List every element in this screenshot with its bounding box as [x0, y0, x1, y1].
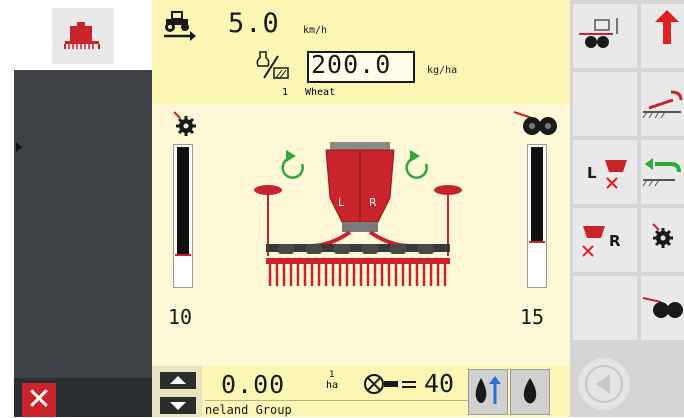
section-right-button[interactable]: R: [573, 208, 637, 272]
left-gauge-marker: [175, 254, 191, 256]
section-right-label: R: [609, 232, 621, 250]
hopper-left-label: L: [338, 196, 345, 209]
product-name: Wheat: [305, 87, 336, 98]
rotate-icon: [281, 150, 304, 179]
left-gauge-value: 10: [168, 305, 193, 329]
lift-icon: [579, 18, 618, 48]
hydraulic-icon: [652, 223, 673, 248]
close-button[interactable]: ✕: [22, 383, 56, 417]
company-text: neland Group: [205, 403, 292, 417]
drop-button[interactable]: [510, 369, 550, 415]
seed-flow-icon: [475, 376, 501, 404]
section-left-label: L: [587, 164, 597, 182]
markers-icon: [642, 158, 681, 187]
rate-unit: kg/ha: [427, 65, 458, 76]
implement-icon: [64, 22, 100, 49]
empty-tile-1: [573, 72, 637, 136]
hopper-right-label: R: [369, 196, 377, 209]
application-rate-icon: [256, 51, 289, 79]
section-left-button[interactable]: L: [573, 140, 637, 204]
close-icon: ✕: [26, 382, 52, 417]
drop-icon: [523, 378, 537, 404]
scroll-down-button[interactable]: [160, 397, 196, 414]
area-counter-icon: [364, 374, 416, 394]
tractor-icon: [164, 11, 196, 41]
area-unit-top: 1: [329, 370, 335, 380]
speed-value: 5.0: [228, 8, 280, 39]
left-gauge-fill: [177, 147, 189, 255]
back-button[interactable]: [578, 358, 630, 410]
pointer-icon: [16, 142, 22, 152]
sensor-gear-icon: [173, 111, 196, 136]
rate-value[interactable]: 200.0: [311, 50, 391, 79]
count-value: 40: [424, 369, 455, 398]
right-gauge-value: 15: [520, 305, 545, 329]
disc-button[interactable]: [641, 276, 684, 340]
disc-icon: [513, 111, 557, 135]
sidebar-panel: [14, 70, 152, 378]
product-number: 1: [282, 87, 289, 98]
scroll-up-icon: [170, 376, 186, 384]
seed-flow-button[interactable]: [468, 369, 508, 415]
coulter-icon: [642, 90, 683, 119]
hydraulic-button[interactable]: [641, 208, 684, 272]
area-unit-bottom: ha: [326, 380, 339, 391]
lift-button[interactable]: [573, 4, 637, 68]
scroll-up-button[interactable]: [160, 372, 196, 389]
empty-tile-2: [573, 276, 637, 340]
speed-unit: km/h: [303, 25, 328, 36]
implement-select-button[interactable]: [52, 8, 114, 64]
seeder-illustration: [254, 142, 462, 286]
sidebar-edge: [0, 70, 14, 417]
markers-button[interactable]: [641, 140, 684, 204]
coulter-depth-button[interactable]: [641, 72, 684, 136]
section-right-icon: [582, 226, 605, 257]
right-gauge-marker: [529, 241, 545, 243]
right-gauge-fill: [531, 147, 543, 242]
scroll-down-icon: [170, 402, 186, 410]
raise-button[interactable]: [641, 4, 684, 68]
area-value: 0.00: [221, 370, 286, 399]
disc-pair-icon: [642, 297, 683, 318]
arrow-up-icon: [655, 10, 679, 44]
section-left-icon: [605, 160, 627, 189]
back-arrow-icon: [585, 365, 623, 403]
